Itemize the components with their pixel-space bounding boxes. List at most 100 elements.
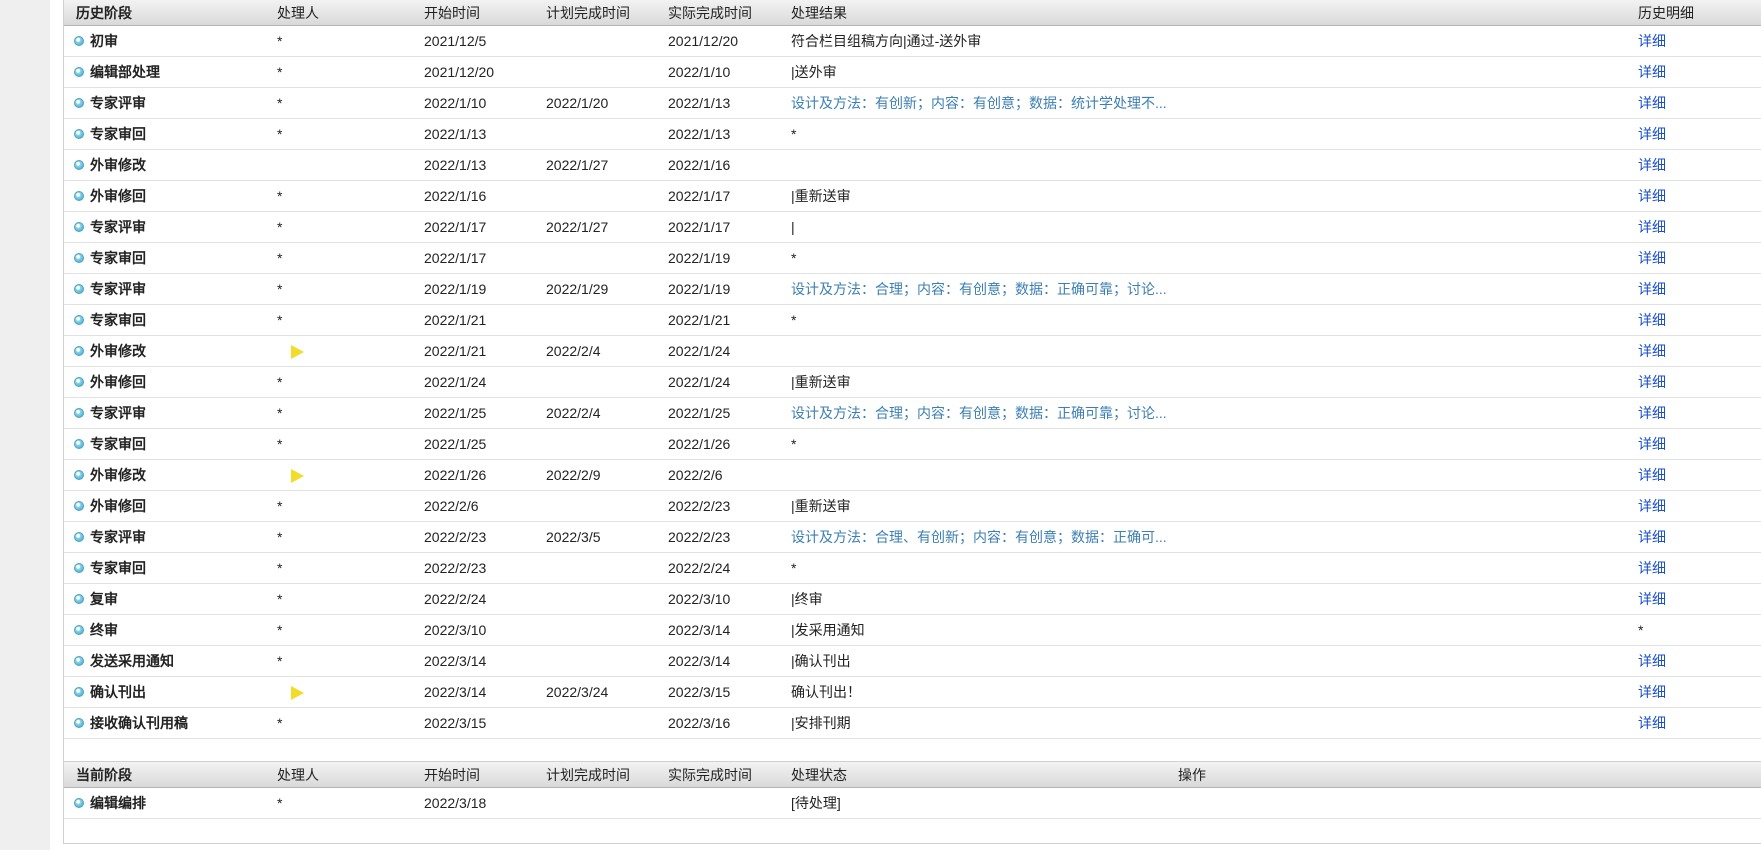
detail-link[interactable]: 详细 [1638, 95, 1666, 111]
detail-link[interactable]: 详细 [1638, 529, 1666, 545]
handler-cell: * [277, 583, 424, 615]
stage-cell: 确认刊出 [64, 676, 277, 708]
review-history-panel: 历史阶段 处理人 开始时间 计划完成时间 实际完成时间 处理结果 历史明细 初审… [63, 0, 1761, 844]
history-header-planned: 计划完成时间 [546, 0, 668, 26]
detail-link[interactable]: 详细 [1638, 436, 1666, 452]
status-cell: [待处理] [791, 787, 1178, 819]
circle-bullet-icon [74, 408, 84, 419]
stage-cell: 专家审回 [64, 552, 277, 584]
circle-bullet-icon [74, 718, 84, 729]
planned-cell: 2022/2/4 [546, 397, 668, 429]
detail-link[interactable]: 详细 [1638, 498, 1666, 514]
stage-cell: 初审 [64, 25, 277, 57]
detail-link[interactable]: 详细 [1638, 157, 1666, 173]
current-header-handler: 处理人 [277, 762, 424, 788]
detail-link[interactable]: 详细 [1638, 405, 1666, 421]
handler-cell: * [277, 614, 424, 646]
detail-link[interactable]: 详细 [1638, 33, 1666, 49]
circle-bullet-icon [74, 98, 84, 109]
detail-link[interactable]: 详细 [1638, 715, 1666, 731]
detail-cell: 详细 [1638, 552, 1761, 584]
detail-link[interactable]: 详细 [1638, 591, 1666, 607]
handler-label: * [277, 715, 283, 731]
circle-bullet-icon [74, 798, 84, 809]
handler-cell: * [277, 490, 424, 522]
detail-label: * [1638, 622, 1644, 638]
circle-bullet-icon [74, 346, 84, 357]
start-cell: 2022/1/13 [424, 118, 546, 150]
circle-bullet-icon [74, 532, 84, 543]
handler-cell: * [277, 56, 424, 88]
stage-cell: 编辑部处理 [64, 56, 277, 88]
handler-cell [277, 335, 424, 367]
detail-link[interactable]: 详细 [1638, 467, 1666, 483]
detail-link[interactable]: 详细 [1638, 560, 1666, 576]
start-cell: 2022/1/25 [424, 428, 546, 460]
actual-cell: 2022/2/23 [668, 521, 791, 553]
handler-cell [277, 676, 424, 708]
current-row: 编辑编排 * 2022/3/18 [待处理] [64, 787, 1761, 819]
history-header-row: 历史阶段 处理人 开始时间 计划完成时间 实际完成时间 处理结果 历史明细 [64, 0, 1761, 26]
detail-link[interactable]: 详细 [1638, 188, 1666, 204]
actual-cell: 2022/3/15 [668, 676, 791, 708]
detail-link[interactable]: 详细 [1638, 219, 1666, 235]
actual-cell: 2022/1/25 [668, 397, 791, 429]
handler-label: * [277, 560, 283, 576]
handler-label: * [277, 188, 283, 204]
stage-label: 专家审回 [90, 126, 146, 142]
detail-cell: 详细 [1638, 335, 1761, 367]
planned-cell [546, 25, 668, 57]
history-body: 初审 * 2021/12/5 2021/12/20 符合栏目组稿方向|通过-送外审 详细编… [64, 25, 1761, 739]
handler-label: * [277, 281, 283, 297]
detail-link[interactable]: 详细 [1638, 64, 1666, 80]
result-link[interactable]: 设计及方法：有创新；内容：有创意；数据：统计学处理不... [791, 87, 1638, 119]
handler-label: * [277, 405, 283, 421]
actual-cell: 2022/1/13 [668, 118, 791, 150]
history-row: 专家评审 * 2022/1/10 2022/1/20 2022/1/13 设计及方法：有创… [64, 87, 1761, 119]
result-link[interactable]: 设计及方法：合理；内容：有创意；数据：正确可靠；讨论... [791, 397, 1638, 429]
start-cell: 2022/3/18 [424, 787, 546, 819]
start-cell: 2021/12/20 [424, 56, 546, 88]
start-cell: 2022/2/24 [424, 583, 546, 615]
actual-cell: 2022/3/16 [668, 707, 791, 739]
detail-cell: 详细 [1638, 211, 1761, 243]
result-link[interactable]: 设计及方法：合理、有创新；内容：有创意；数据：正确可... [791, 521, 1638, 553]
detail-link[interactable]: 详细 [1638, 250, 1666, 266]
handler-cell [277, 459, 424, 491]
stage-cell: 专家审回 [64, 304, 277, 336]
result-cell [791, 149, 1638, 181]
detail-link[interactable]: 详细 [1638, 653, 1666, 669]
stage-cell: 外审修回 [64, 366, 277, 398]
history-row: 外审修改 2022/1/26 2022/2/9 2022/2/6 详细 [64, 459, 1761, 491]
detail-cell: * [1638, 614, 1761, 646]
handler-label: * [277, 436, 283, 452]
start-cell: 2022/3/10 [424, 614, 546, 646]
stage-cell: 终审 [64, 614, 277, 646]
history-row: 确认刊出 2022/3/14 2022/3/24 2022/3/15 确认刊出！ 详细 [64, 676, 1761, 708]
detail-link[interactable]: 详细 [1638, 312, 1666, 328]
history-header-handler: 处理人 [277, 0, 424, 26]
result-cell: |重新送审 [791, 366, 1638, 398]
detail-link[interactable]: 详细 [1638, 343, 1666, 359]
detail-link[interactable]: 详细 [1638, 684, 1666, 700]
handler-cell: * [277, 118, 424, 150]
start-cell: 2022/3/14 [424, 645, 546, 677]
handler-cell: * [277, 273, 424, 305]
start-cell: 2022/1/10 [424, 87, 546, 119]
stage-label: 专家评审 [90, 95, 146, 111]
history-row: 专家审回 * 2022/1/17 2022/1/19 * 详细 [64, 242, 1761, 274]
detail-link[interactable]: 详细 [1638, 374, 1666, 390]
stage-cell: 专家审回 [64, 118, 277, 150]
result-link[interactable]: 设计及方法：合理；内容：有创意；数据：正确可靠；讨论... [791, 273, 1638, 305]
history-row: 专家评审 * 2022/1/25 2022/2/4 2022/1/25 设计及方法：合理；… [64, 397, 1761, 429]
result-cell: * [791, 304, 1638, 336]
actual-cell: 2022/1/10 [668, 56, 791, 88]
history-row: 终审 * 2022/3/10 2022/3/14 |发采用通知 * [64, 614, 1761, 646]
result-cell: |终审 [791, 583, 1638, 615]
stage-label: 发送采用通知 [90, 653, 174, 669]
start-cell: 2022/1/17 [424, 211, 546, 243]
detail-cell: 详细 [1638, 56, 1761, 88]
detail-link[interactable]: 详细 [1638, 126, 1666, 142]
start-cell: 2022/3/15 [424, 707, 546, 739]
detail-link[interactable]: 详细 [1638, 281, 1666, 297]
